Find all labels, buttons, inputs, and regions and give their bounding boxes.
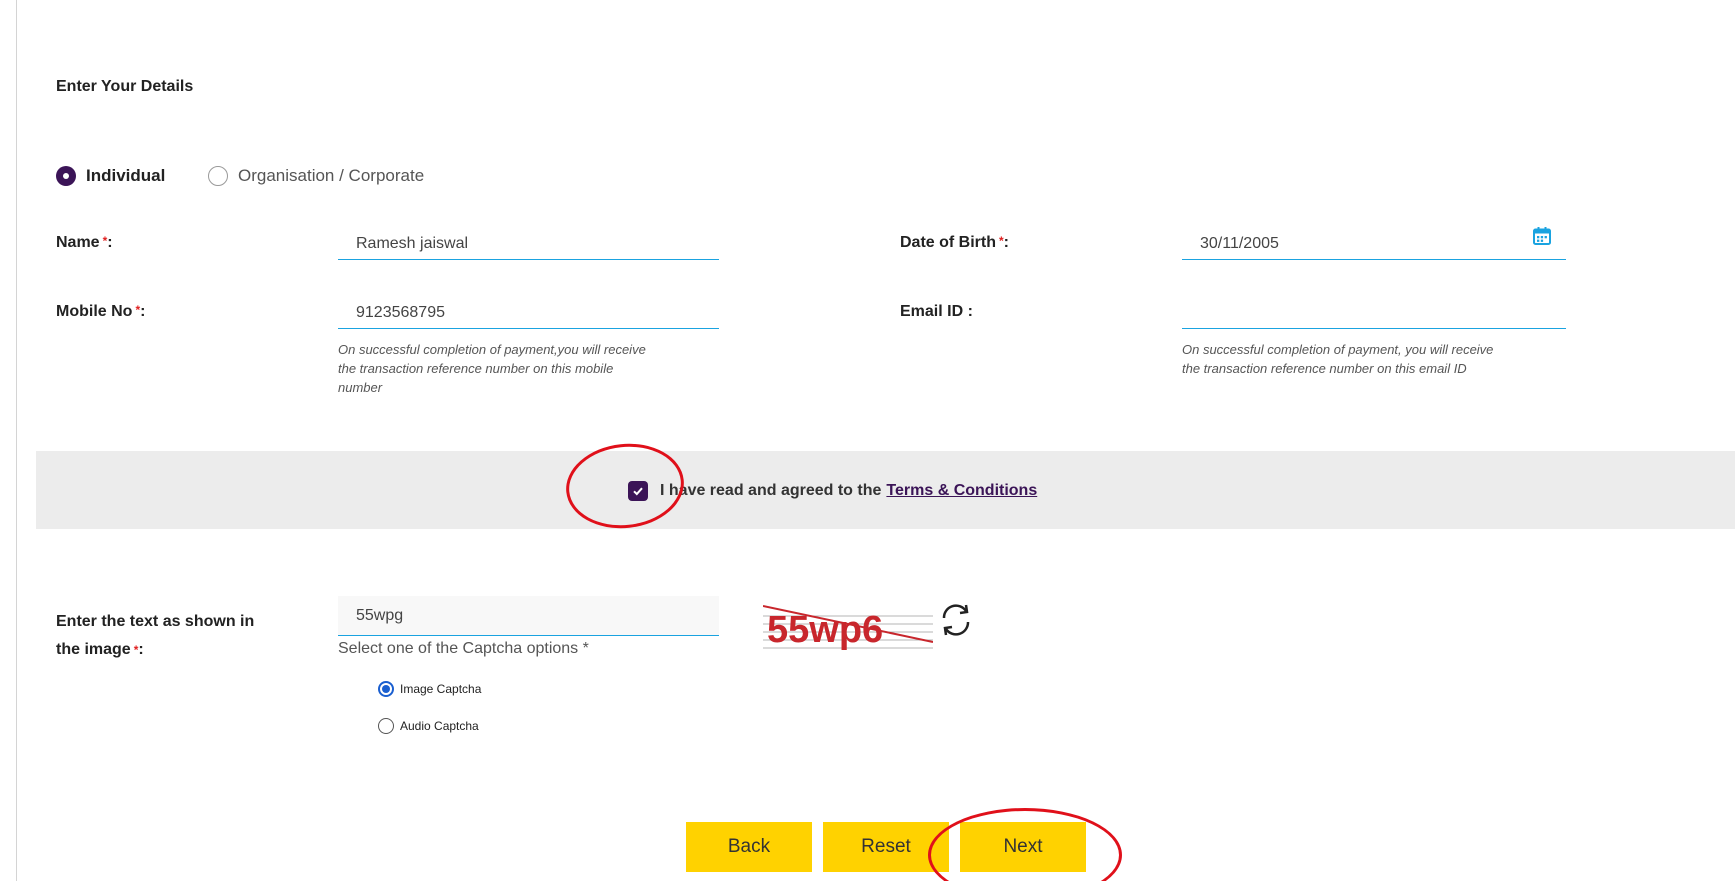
mobile-label-suffix: : xyxy=(140,303,146,320)
terms-link[interactable]: Terms & Conditions xyxy=(886,482,1037,500)
refresh-icon[interactable] xyxy=(936,600,976,640)
radio-individual-label: Individual xyxy=(86,166,166,185)
captcha-label: Enter the text as shown in the image *: xyxy=(56,608,254,664)
left-border xyxy=(16,0,17,881)
email-hint: On successful completion of payment, you… xyxy=(1182,340,1493,378)
reset-button[interactable]: Reset xyxy=(823,822,949,872)
check-icon xyxy=(633,487,643,496)
captcha-option-audio[interactable]: Audio Captcha xyxy=(378,718,479,734)
email-hint-line: On successful completion of payment, you… xyxy=(1182,342,1494,357)
mobile-hint-line: number xyxy=(338,380,383,395)
terms-text: I have read and agreed to the xyxy=(660,482,882,499)
mobile-label: Mobile No *: xyxy=(56,303,145,321)
mobile-input[interactable] xyxy=(338,297,719,329)
name-label-suffix: : xyxy=(107,234,113,251)
dob-label: Date of Birth *: xyxy=(900,234,1009,252)
terms-checkbox[interactable] xyxy=(628,481,648,501)
captcha-image: 55wp6 xyxy=(763,605,933,651)
email-input[interactable] xyxy=(1182,297,1566,329)
mobile-hint-line: the transaction reference number on this… xyxy=(338,361,614,376)
dob-label-suffix: : xyxy=(1003,234,1009,251)
back-button[interactable]: Back xyxy=(686,822,812,872)
radio-selected-icon xyxy=(378,681,394,697)
name-label: Name *: xyxy=(56,234,113,252)
radio-unselected-icon xyxy=(378,718,394,734)
radio-corporate[interactable]: Organisation / Corporate xyxy=(208,166,424,186)
email-label: Email ID : xyxy=(900,303,973,320)
dob-input[interactable] xyxy=(1182,228,1566,260)
name-label-text: Name xyxy=(56,234,100,251)
radio-corporate-label: Organisation / Corporate xyxy=(238,166,425,185)
captcha-label-line: the image xyxy=(56,641,131,658)
captcha-option-image[interactable]: Image Captcha xyxy=(378,681,481,697)
section-title: Enter Your Details xyxy=(56,78,194,95)
captcha-input[interactable] xyxy=(338,596,719,636)
dob-label-text: Date of Birth xyxy=(900,234,996,251)
radio-unselected-icon xyxy=(208,166,228,186)
calendar-icon[interactable] xyxy=(1532,226,1552,246)
captcha-label-line: Enter the text as shown in xyxy=(56,613,255,630)
captcha-label-suffix: : xyxy=(138,641,144,658)
captcha-image-text: 55wp6 xyxy=(767,609,883,651)
mobile-hint: On successful completion of payment,you … xyxy=(338,340,646,397)
form-page: Enter Your Details Individual Organisati… xyxy=(0,0,1735,881)
mobile-hint-line: On successful completion of payment,you … xyxy=(338,342,646,357)
mobile-label-text: Mobile No xyxy=(56,303,133,320)
captcha-option-label: Image Captcha xyxy=(400,682,482,696)
radio-individual[interactable]: Individual xyxy=(56,166,165,186)
radio-selected-icon xyxy=(56,166,76,186)
captcha-options-prompt: Select one of the Captcha options * xyxy=(338,640,589,657)
next-button[interactable]: Next xyxy=(960,822,1086,872)
email-hint-line: the transaction reference number on this… xyxy=(1182,361,1467,376)
name-input[interactable] xyxy=(338,228,719,260)
terms-row: I have read and agreed to the Terms & Co… xyxy=(628,481,1037,501)
captcha-option-label: Audio Captcha xyxy=(400,719,479,733)
